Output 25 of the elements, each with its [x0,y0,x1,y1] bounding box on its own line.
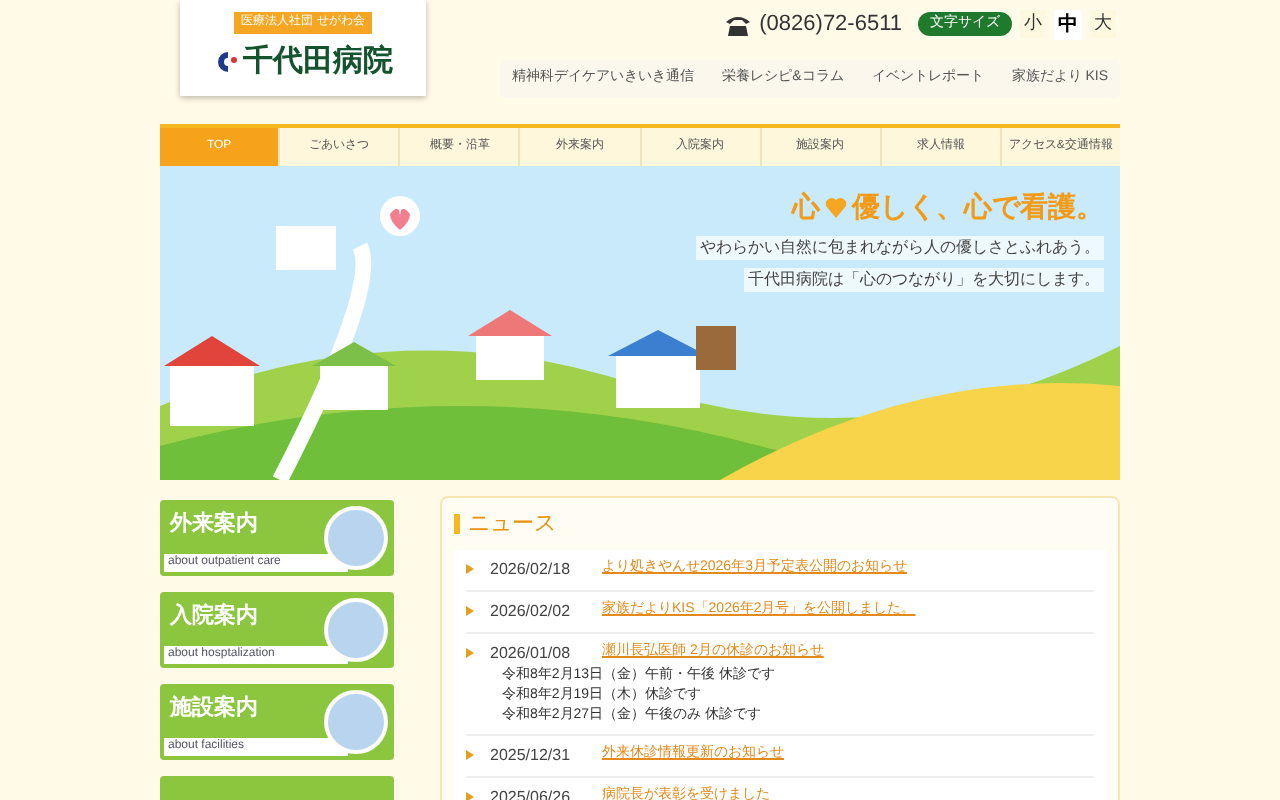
news-date: 2026/02/02 [490,599,573,623]
hero-heading-start: 心 [792,188,820,226]
hero-tagline: 千代田病院は「心のつながり」を大切にします。 [744,268,1104,292]
news-date: 2026/01/08 [490,641,573,665]
flower-photo-placeholder [324,506,388,570]
font-size-button[interactable]: 大 [1090,10,1116,38]
bullet-icon [466,564,474,574]
news-date: 2026/02/18 [490,557,573,581]
bullet-icon [466,750,474,760]
bullet-icon [466,606,474,616]
phone-number: (0826)72-6511 [759,9,902,40]
bullet-icon [466,792,474,800]
hero-tagline: やわらかい自然に包まれながら人の優しさとふれあう。 [696,236,1104,260]
flower-photo-placeholder [324,598,388,662]
phone-icon [723,13,752,35]
font-size-button[interactable]: 中 [1054,9,1082,39]
hospital-name: 千代田病院 [243,41,393,82]
news-date: 2025/12/31 [490,743,573,767]
font-size-button[interactable]: 小 [1020,10,1046,38]
heart-icon [824,196,848,218]
hero-heading-end: 優しく、心で看護。 [852,188,1104,226]
news-heading: ニュース [468,510,556,540]
bullet-icon [466,648,474,658]
hospital-logo-icon [213,50,237,74]
flower-photo-placeholder [324,690,388,754]
